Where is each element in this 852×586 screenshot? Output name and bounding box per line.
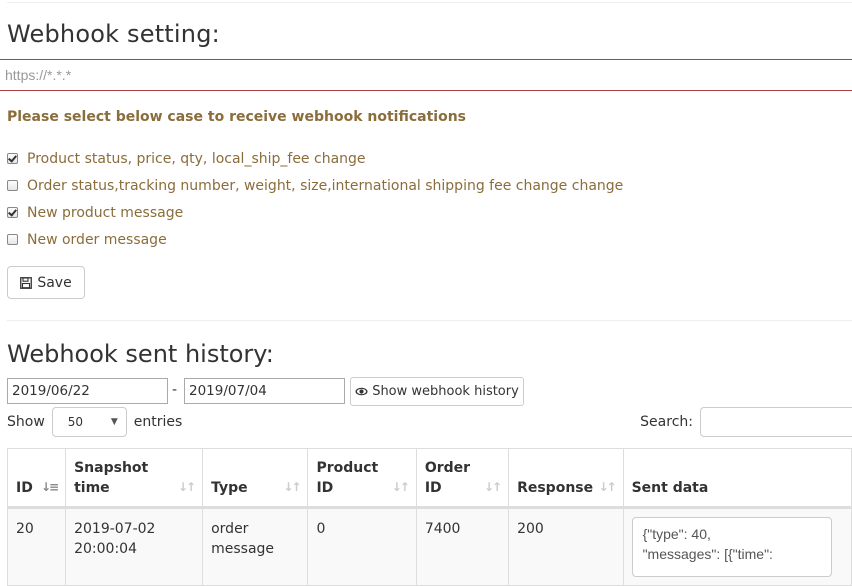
length-suffix: entries	[133, 414, 183, 430]
column-header-id[interactable]: ID ↓≡	[6, 448, 67, 509]
option-label: Order status,tracking number, weight, si…	[27, 177, 624, 194]
notification-options: Product status, price, qty, local_ship_f…	[7, 145, 623, 253]
sort-both-icon: ↓↑	[483, 480, 502, 494]
show-webhook-history-button[interactable]: Show webhook history	[350, 377, 524, 406]
table-header-row: ID ↓≡ Snapshot time ↓↑ Type ↓↑ Product I…	[6, 448, 852, 509]
option-order-change[interactable]: Order status,tracking number, weight, si…	[7, 172, 623, 199]
checkbox-new-product[interactable]	[7, 207, 18, 218]
save-label: Save	[37, 274, 72, 291]
checkbox-new-order[interactable]	[7, 234, 18, 245]
webhook-setting-title: Webhook setting:	[7, 20, 220, 48]
date-from-input[interactable]	[7, 378, 168, 404]
option-new-product[interactable]: New product message	[7, 199, 623, 226]
cell-snapshot-time: 2019-07-02 20:00:04	[65, 507, 204, 586]
sort-both-icon: ↓↑	[598, 480, 616, 494]
column-header-sent-data: Sent data	[622, 448, 852, 509]
column-header-response[interactable]: Response ↓↑	[508, 448, 624, 509]
column-header-snapshot-time[interactable]: Snapshot time ↓↑	[65, 448, 204, 509]
eye-icon	[355, 387, 368, 396]
option-new-order[interactable]: New order message	[7, 226, 623, 253]
option-label: New product message	[27, 204, 184, 221]
date-separator: -	[172, 382, 178, 398]
date-to-input[interactable]	[184, 378, 345, 404]
table-search: Search:	[640, 407, 852, 437]
checkbox-product-change[interactable]	[7, 153, 18, 164]
sort-desc-icon: ↓≡	[40, 480, 59, 494]
sort-both-icon: ↓↑	[391, 480, 410, 494]
sent-data-textarea[interactable]: {"type": 40, "messages": [{"time":	[631, 517, 832, 577]
webhook-history-table: ID ↓≡ Snapshot time ↓↑ Type ↓↑ Product I…	[6, 448, 852, 586]
entries-per-page-value: 50	[67, 415, 84, 429]
sort-both-icon: ↓↑	[178, 480, 196, 494]
section-divider	[7, 320, 852, 321]
cell-id: 20	[6, 507, 67, 586]
column-header-order-id[interactable]: Order ID ↓↑	[415, 448, 510, 509]
cell-response: 200	[508, 507, 624, 586]
option-product-change[interactable]: Product status, price, qty, local_ship_f…	[7, 145, 623, 172]
show-history-label: Show webhook history	[372, 384, 519, 399]
column-header-type[interactable]: Type ↓↑	[202, 448, 309, 509]
column-header-product-id[interactable]: Product ID ↓↑	[307, 448, 417, 509]
webhook-history-title: Webhook sent history:	[7, 340, 274, 368]
save-button[interactable]: Save	[7, 266, 85, 299]
option-label: New order message	[27, 231, 167, 248]
cell-type: order message	[202, 507, 309, 586]
search-input[interactable]	[700, 407, 852, 437]
length-prefix: Show	[7, 414, 45, 430]
floppy-disk-icon	[20, 276, 33, 289]
checkbox-order-change[interactable]	[7, 180, 18, 191]
option-label: Product status, price, qty, local_ship_f…	[27, 150, 366, 167]
webhook-url-input[interactable]	[0, 60, 852, 90]
search-label: Search:	[640, 414, 693, 430]
table-row: 20 2019-07-02 20:00:04 order message 0 7…	[6, 507, 852, 586]
cell-product-id: 0	[307, 507, 417, 586]
webhook-url-field-wrapper	[0, 59, 852, 91]
instruction-text: Please select below case to receive webh…	[7, 109, 466, 125]
cell-sent-data: {"type": 40, "messages": [{"time":	[622, 507, 852, 586]
entries-per-page-select[interactable]: 50 ▼	[51, 407, 127, 437]
cell-order-id: 7400	[415, 507, 510, 586]
entries-length-control: Show 50 ▼ entries	[7, 407, 182, 437]
sort-both-icon: ↓↑	[283, 480, 301, 494]
caret-down-icon: ▼	[110, 417, 118, 427]
top-divider	[7, 2, 852, 3]
